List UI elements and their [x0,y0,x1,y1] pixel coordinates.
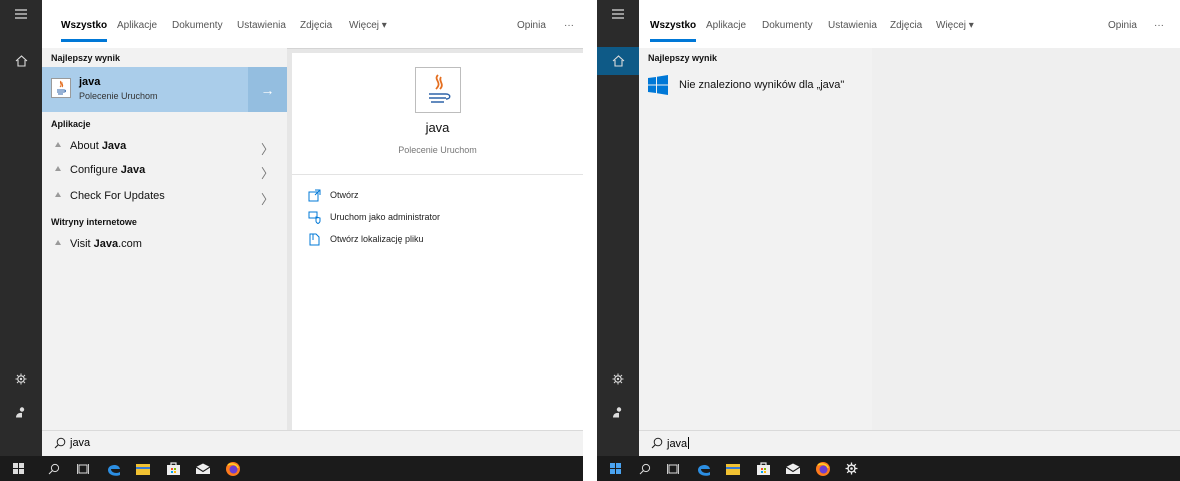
results-list: Najlepszy wynik java Polecenie Uruchom →… [42,48,287,430]
no-results-message: Nie znaleziono wyników dla „java" [679,79,845,91]
app-result-check-for-updates[interactable]: Check For Updates 〉 [42,185,287,209]
search-box[interactable]: java [42,430,583,457]
search-filter-tabs: Wszystko Aplikacje Dokumenty Ustawienia … [42,0,583,49]
open-action-label: Otwórz [330,190,359,200]
best-match-subtitle: Polecenie Uruchom [79,91,158,101]
tab-apps[interactable]: Aplikacje [117,20,157,31]
windows-logo-icon [648,75,668,95]
taskbar [597,456,1180,481]
tab-settings[interactable]: Ustawienia [237,20,286,31]
search-sidebar [0,0,42,456]
hamburger-menu-icon[interactable] [0,0,42,28]
more-options-icon[interactable]: ··· [1154,20,1164,31]
firefox-icon[interactable] [215,456,251,481]
home-icon[interactable] [0,47,42,75]
best-match-header: Najlepszy wynik [648,53,718,63]
search-filter-tabs: Wszystko Aplikacje Dokumenty Ustawienia … [639,0,1180,49]
detail-title: java [425,120,450,135]
tab-documents[interactable]: Dokumenty [172,20,223,31]
open-file-location-label: Otwórz lokalizację pliku [330,234,424,244]
best-match-header: Najlepszy wynik [51,53,121,63]
tab-more[interactable]: Więcej ▾ [349,20,387,31]
app-result-label: About Java [70,140,127,152]
app-result-label: Check For Updates [70,190,165,202]
app-result-configure-java[interactable]: Configure Java 〉 [42,159,287,183]
run-as-admin-label: Uruchom jako administrator [330,212,441,222]
expand-arrow-icon[interactable]: → [248,67,287,112]
detail-divider [292,174,583,175]
best-match-item[interactable]: java Polecenie Uruchom → [42,67,287,112]
detail-subtitle: Polecenie Uruchom [398,145,477,155]
tab-all[interactable]: Wszystko [650,20,697,42]
java-large-icon [415,67,461,113]
start-windows-icon[interactable] [0,456,36,481]
tab-all[interactable]: Wszystko [61,20,108,42]
best-match-main[interactable]: java Polecenie Uruchom [42,67,248,112]
java-app-icon [51,78,71,98]
tab-photos[interactable]: Zdjęcia [300,20,332,31]
search-sidebar [597,0,639,456]
open-icon [308,189,321,202]
feedback-link[interactable]: Opinia [1108,20,1137,31]
settings-gear-icon[interactable] [0,365,42,393]
search-input[interactable]: java [667,437,690,450]
tab-apps[interactable]: Aplikacje [706,20,746,31]
user-icon[interactable] [597,398,639,426]
settings-gear-icon[interactable] [833,456,869,481]
tab-settings[interactable]: Ustawienia [828,20,877,31]
websites-section-header: Witryny internetowe [51,217,137,227]
user-icon[interactable] [0,398,42,426]
tab-more[interactable]: Więcej ▾ [936,20,974,31]
admin-shield-icon [308,211,321,224]
app-result-about-java[interactable]: About Java 〉 [42,135,287,159]
app-bullet-icon [55,166,61,171]
tab-photos[interactable]: Zdjęcia [890,20,922,31]
search-icon [651,437,663,449]
web-result-visit-java[interactable]: Visit Java.com [42,233,287,257]
web-bullet-icon [55,240,61,245]
web-result-label: Visit Java.com [70,238,142,250]
chevron-right-icon[interactable]: 〉 [261,139,274,158]
chevron-right-icon[interactable]: 〉 [261,163,274,182]
home-icon[interactable] [597,47,639,75]
search-input[interactable]: java [70,437,90,449]
app-bullet-icon [55,142,61,147]
app-result-label: Configure Java [70,164,146,176]
empty-preview-area [872,48,1180,430]
more-options-icon[interactable]: ··· [564,20,574,31]
settings-gear-icon[interactable] [597,365,639,393]
text-caret [688,437,690,449]
results-list: Najlepszy wynik Nie znaleziono wyników d… [639,48,872,430]
result-detail-pane: java Polecenie Uruchom Otwórz Uruchom ja… [292,53,583,430]
search-box[interactable]: java [639,430,1180,457]
search-icon [54,437,66,449]
app-bullet-icon [55,192,61,197]
best-match-name: java [79,76,101,88]
no-results-item: Nie znaleziono wyników dla „java" [639,72,872,102]
file-location-icon [309,233,320,246]
taskbar [0,456,583,481]
hamburger-menu-icon[interactable] [597,0,639,28]
chevron-right-icon[interactable]: 〉 [261,189,274,208]
tab-documents[interactable]: Dokumenty [762,20,813,31]
apps-section-header: Aplikacje [51,119,91,129]
feedback-link[interactable]: Opinia [517,20,546,31]
search-window-no-results: Wszystko Aplikacje Dokumenty Ustawienia … [597,0,1180,481]
search-window-results: Wszystko Aplikacje Dokumenty Ustawienia … [0,0,583,481]
